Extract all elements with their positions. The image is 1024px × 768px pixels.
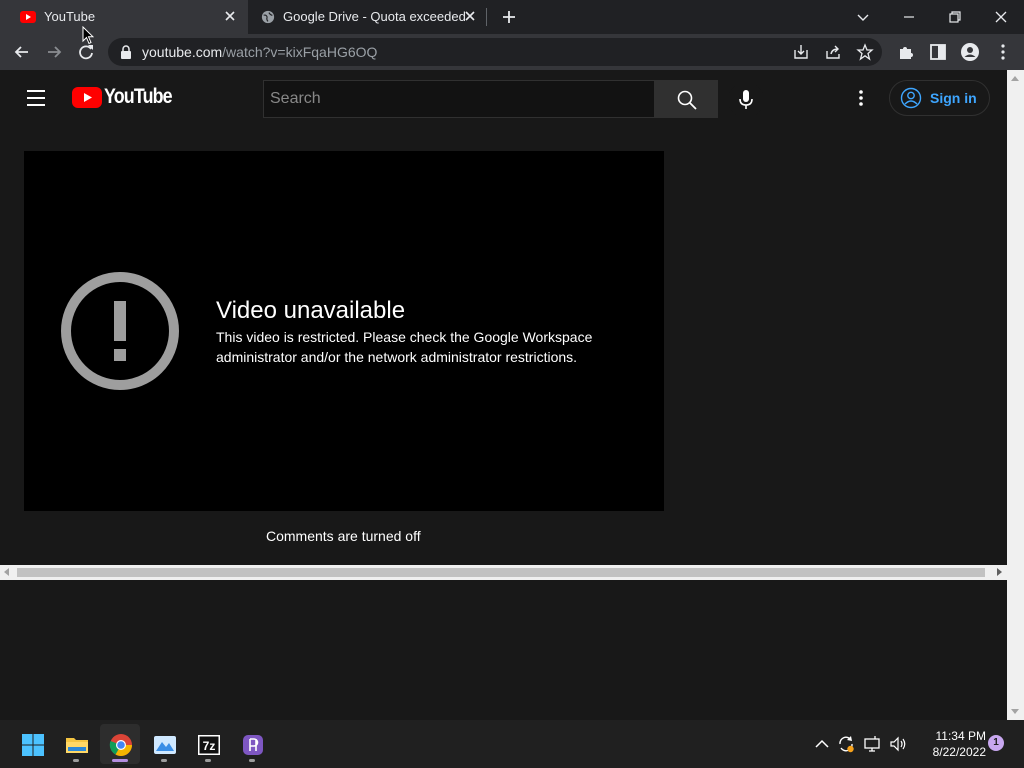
running-indicator	[161, 759, 167, 762]
minimize-icon[interactable]	[898, 6, 920, 28]
chrome-menu-icon[interactable]	[992, 41, 1014, 63]
tab-youtube[interactable]: YouTube	[0, 0, 248, 34]
screen: YouTube Google Drive - Quota exceeded yo…	[0, 0, 1024, 768]
clock-date: 8/22/2022	[932, 745, 986, 759]
menu-hamburger-icon[interactable]	[26, 89, 46, 107]
scroll-right-arrow-icon[interactable]	[997, 568, 1002, 576]
settings-more-icon[interactable]	[851, 88, 871, 108]
network-icon[interactable]	[862, 734, 882, 754]
tab-google-drive[interactable]: Google Drive - Quota exceeded	[248, 0, 488, 34]
horizontal-scroll-thumb[interactable]	[17, 568, 985, 577]
back-arrow-icon[interactable]	[11, 41, 33, 63]
page-blank-area	[0, 580, 1007, 720]
comments-status: Comments are turned off	[266, 528, 421, 544]
extensions-puzzle-icon[interactable]	[895, 41, 917, 63]
url-text: youtube.com/watch?v=kixFqaHG6OQ	[142, 44, 377, 60]
running-indicator	[73, 759, 79, 762]
side-panel-icon[interactable]	[927, 41, 949, 63]
close-tab-icon[interactable]	[462, 8, 478, 24]
tab-search-chevron-icon[interactable]	[852, 6, 874, 28]
close-tab-icon[interactable]	[222, 8, 238, 24]
windows-start-icon	[22, 734, 44, 756]
error-exclamation-icon	[61, 272, 179, 390]
youtube-logo-icon[interactable]	[72, 87, 102, 108]
account-circle-icon	[900, 87, 922, 109]
svg-text:7z: 7z	[203, 739, 216, 753]
running-indicator	[205, 759, 211, 762]
error-message: This video is restricted. Please check t…	[216, 329, 593, 365]
address-bar[interactable]: youtube.com/watch?v=kixFqaHG6OQ	[108, 38, 882, 66]
horizontal-scrollbar[interactable]	[0, 565, 1007, 580]
taskbar-chrome[interactable]	[100, 724, 140, 764]
show-hidden-icons-chevron-icon[interactable]	[812, 734, 832, 754]
youtube-favicon-icon	[20, 11, 36, 23]
search-box	[263, 80, 655, 118]
mouse-cursor-icon	[82, 26, 94, 45]
tab-title: YouTube	[44, 9, 96, 24]
youtube-header: YouTube Search Sign in	[0, 70, 1007, 126]
browser-toolbar: youtube.com/watch?v=kixFqaHG6OQ	[0, 34, 1024, 70]
sign-in-button[interactable]: Sign in	[889, 80, 990, 116]
running-indicator	[249, 759, 255, 762]
url-path: /watch?v=kixFqaHG6OQ	[222, 44, 378, 60]
notification-badge[interactable]: 1	[988, 735, 1004, 751]
lock-icon[interactable]	[120, 45, 132, 59]
restore-icon[interactable]	[944, 6, 966, 28]
active-indicator	[112, 759, 128, 762]
system-clock[interactable]: 11:34 PM 8/22/2022	[914, 728, 986, 760]
install-app-icon[interactable]	[792, 43, 810, 61]
error-title: Video unavailable	[216, 297, 406, 324]
taskbar-app-p[interactable]	[232, 724, 272, 764]
clock-time: 11:34 PM	[935, 729, 986, 743]
vertical-scrollbar[interactable]	[1007, 70, 1024, 720]
taskbar-file-explorer[interactable]	[56, 724, 96, 764]
microphone-icon	[739, 90, 753, 109]
search-button[interactable]	[654, 80, 718, 118]
scroll-down-arrow-icon[interactable]	[1011, 709, 1019, 714]
url-host: youtube.com	[142, 44, 223, 60]
video-player[interactable]: Video unavailable This video is restrict…	[24, 151, 664, 511]
search-icon	[677, 90, 697, 110]
tab-separator	[486, 8, 487, 26]
youtube-page: YouTube Search Sign in Video unavailable…	[0, 70, 1007, 565]
share-icon[interactable]	[824, 43, 842, 61]
photos-icon	[154, 736, 176, 754]
voice-search-button[interactable]	[728, 82, 764, 118]
start-button[interactable]	[12, 724, 52, 764]
taskbar-photos[interactable]	[144, 724, 184, 764]
tab-title: Google Drive - Quota exceeded	[283, 9, 466, 24]
chrome-icon	[109, 734, 132, 756]
scroll-up-arrow-icon[interactable]	[1011, 76, 1019, 81]
scroll-left-arrow-icon[interactable]	[4, 568, 9, 576]
youtube-wordmark[interactable]: YouTube	[104, 85, 173, 109]
profile-icon[interactable]	[959, 41, 981, 63]
browser-tab-strip: YouTube Google Drive - Quota exceeded	[0, 0, 1024, 34]
taskbar-7zip[interactable]: 7z	[188, 724, 228, 764]
bookmark-star-icon[interactable]	[856, 43, 874, 61]
purple-app-icon	[243, 735, 263, 755]
folder-icon	[66, 738, 88, 753]
forward-arrow-icon[interactable]	[43, 41, 65, 63]
globe-icon	[261, 10, 275, 24]
volume-icon[interactable]	[888, 734, 908, 754]
windows-taskbar: 7z 11:34 PM 8/22/2022 1	[0, 720, 1024, 768]
7zip-icon: 7z	[198, 735, 220, 755]
close-window-icon[interactable]	[990, 6, 1012, 28]
sync-update-icon[interactable]	[836, 734, 856, 754]
search-input[interactable]	[270, 81, 650, 117]
sign-in-label: Sign in	[930, 90, 977, 106]
new-tab-icon[interactable]	[500, 8, 518, 26]
